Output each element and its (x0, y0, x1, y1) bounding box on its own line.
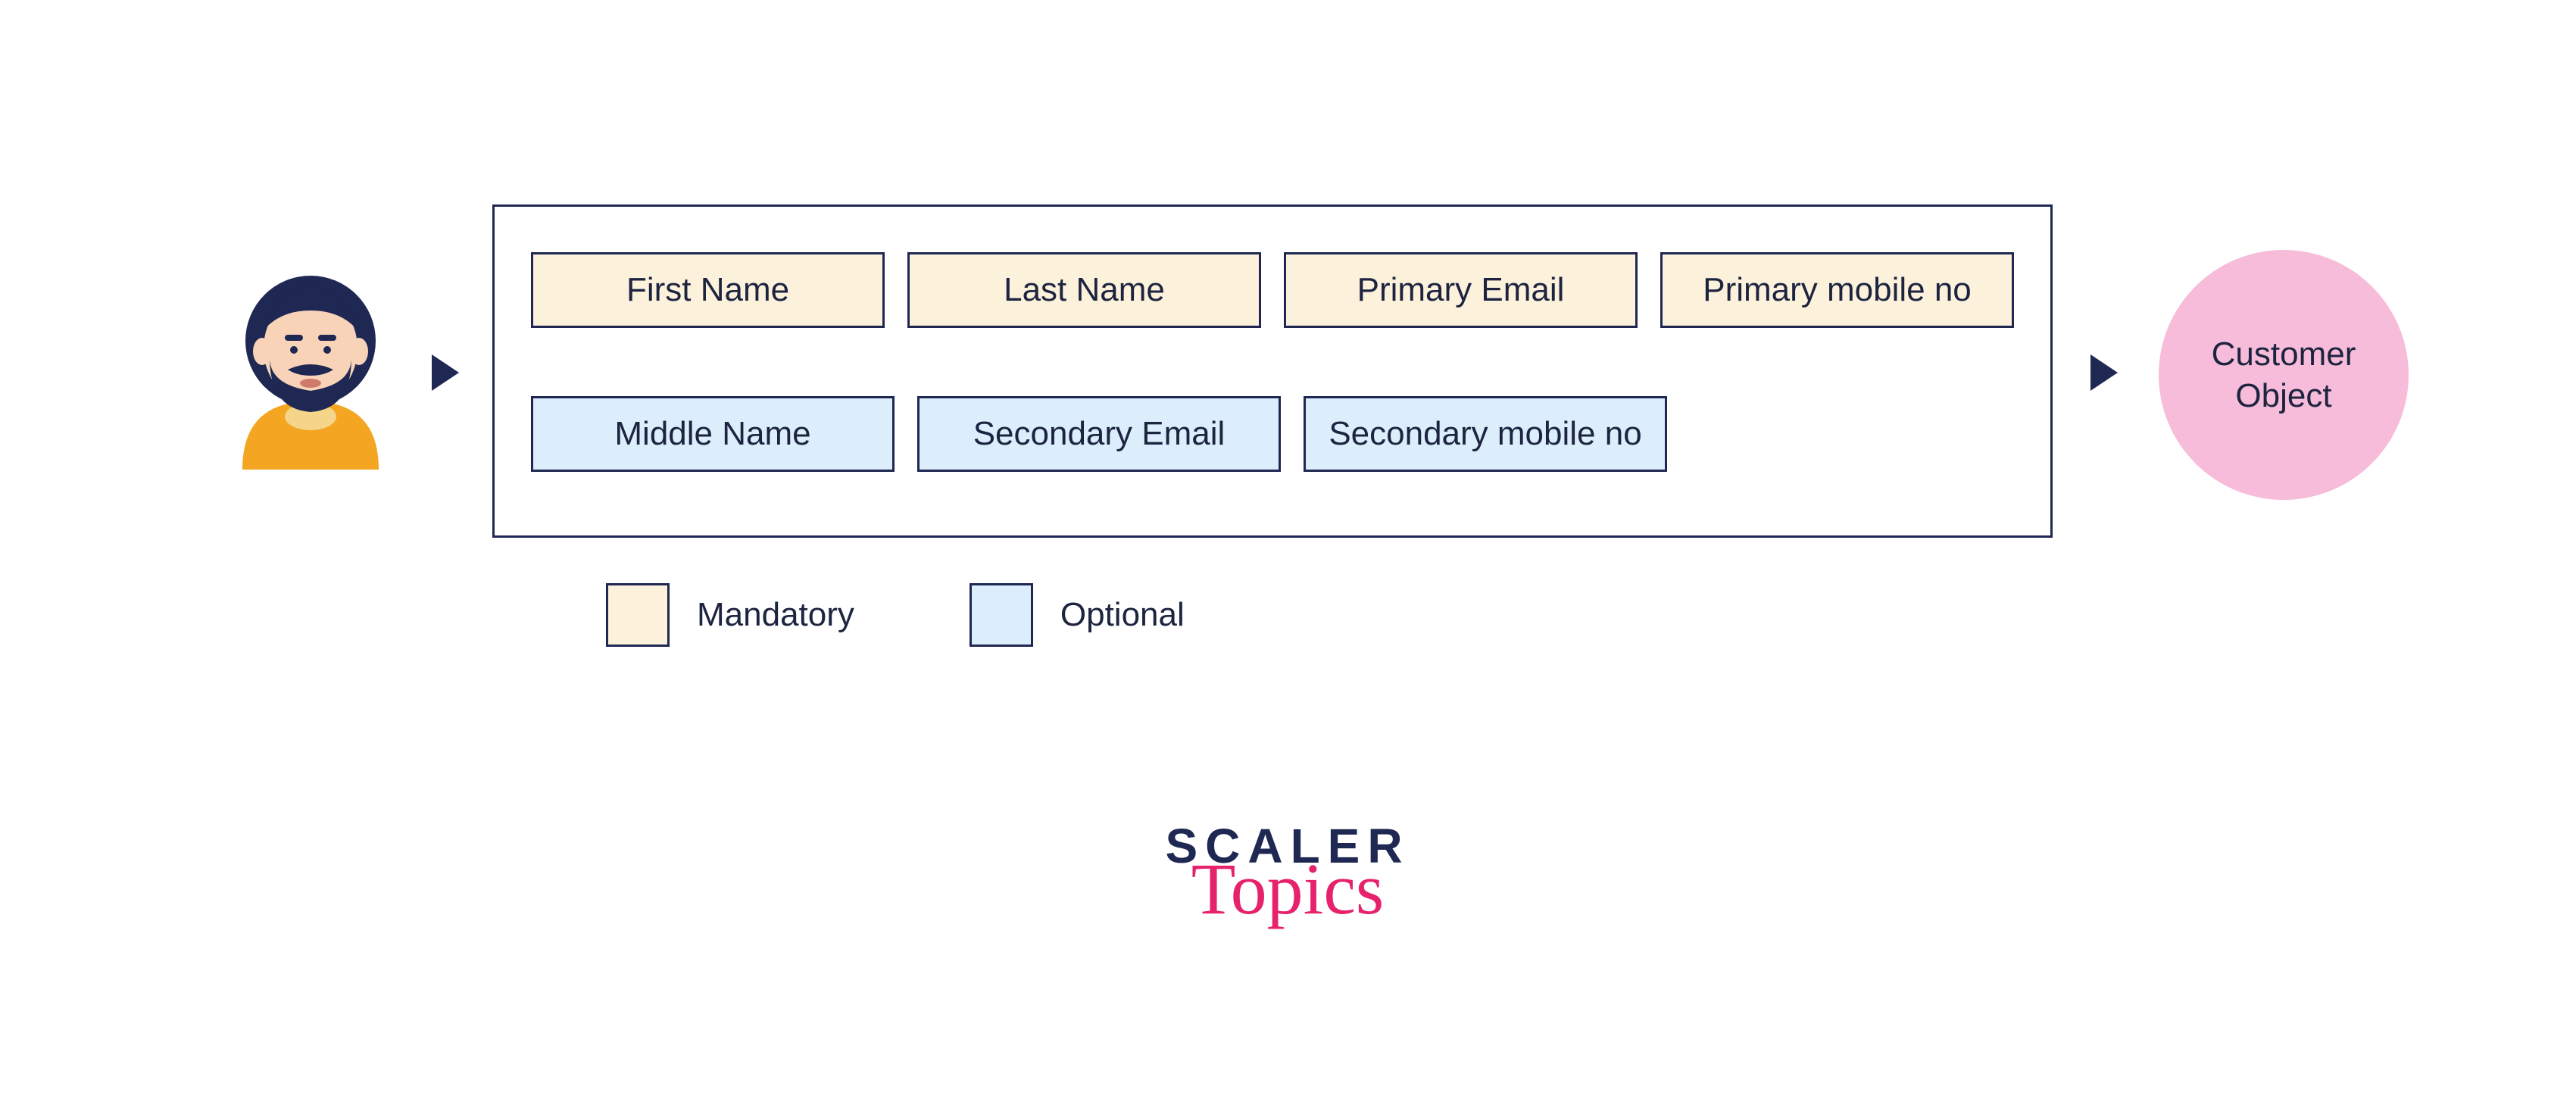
field-first-name: First Name (531, 252, 885, 328)
diagram-canvas: First Name Last Name Primary Email Prima… (0, 0, 2576, 1105)
field-secondary-email: Secondary Email (917, 396, 1281, 472)
legend-swatch-mandatory (606, 583, 670, 647)
field-last-name: Last Name (907, 252, 1261, 328)
customer-object-node: Customer Object (2159, 250, 2409, 500)
fields-container: First Name Last Name Primary Email Prima… (492, 204, 2053, 538)
mandatory-row: First Name Last Name Primary Email Prima… (531, 252, 2014, 328)
arrow-icon (432, 354, 459, 391)
brand-logo: SCALER Topics (1129, 818, 1447, 926)
field-primary-email: Primary Email (1284, 252, 1638, 328)
field-middle-name: Middle Name (531, 396, 895, 472)
arrow-icon (2090, 354, 2118, 391)
customer-object-label: Customer Object (2159, 333, 2409, 417)
legend-label-optional: Optional (1060, 596, 1185, 634)
legend-swatch-optional (970, 583, 1033, 647)
person-icon (227, 258, 394, 470)
legend-label-mandatory: Mandatory (697, 596, 854, 634)
field-secondary-mobile: Secondary mobile no (1304, 396, 1667, 472)
field-primary-mobile: Primary mobile no (1660, 252, 2014, 328)
optional-row: Middle Name Secondary Email Secondary mo… (531, 396, 2014, 472)
legend: Mandatory Optional (606, 583, 1185, 647)
